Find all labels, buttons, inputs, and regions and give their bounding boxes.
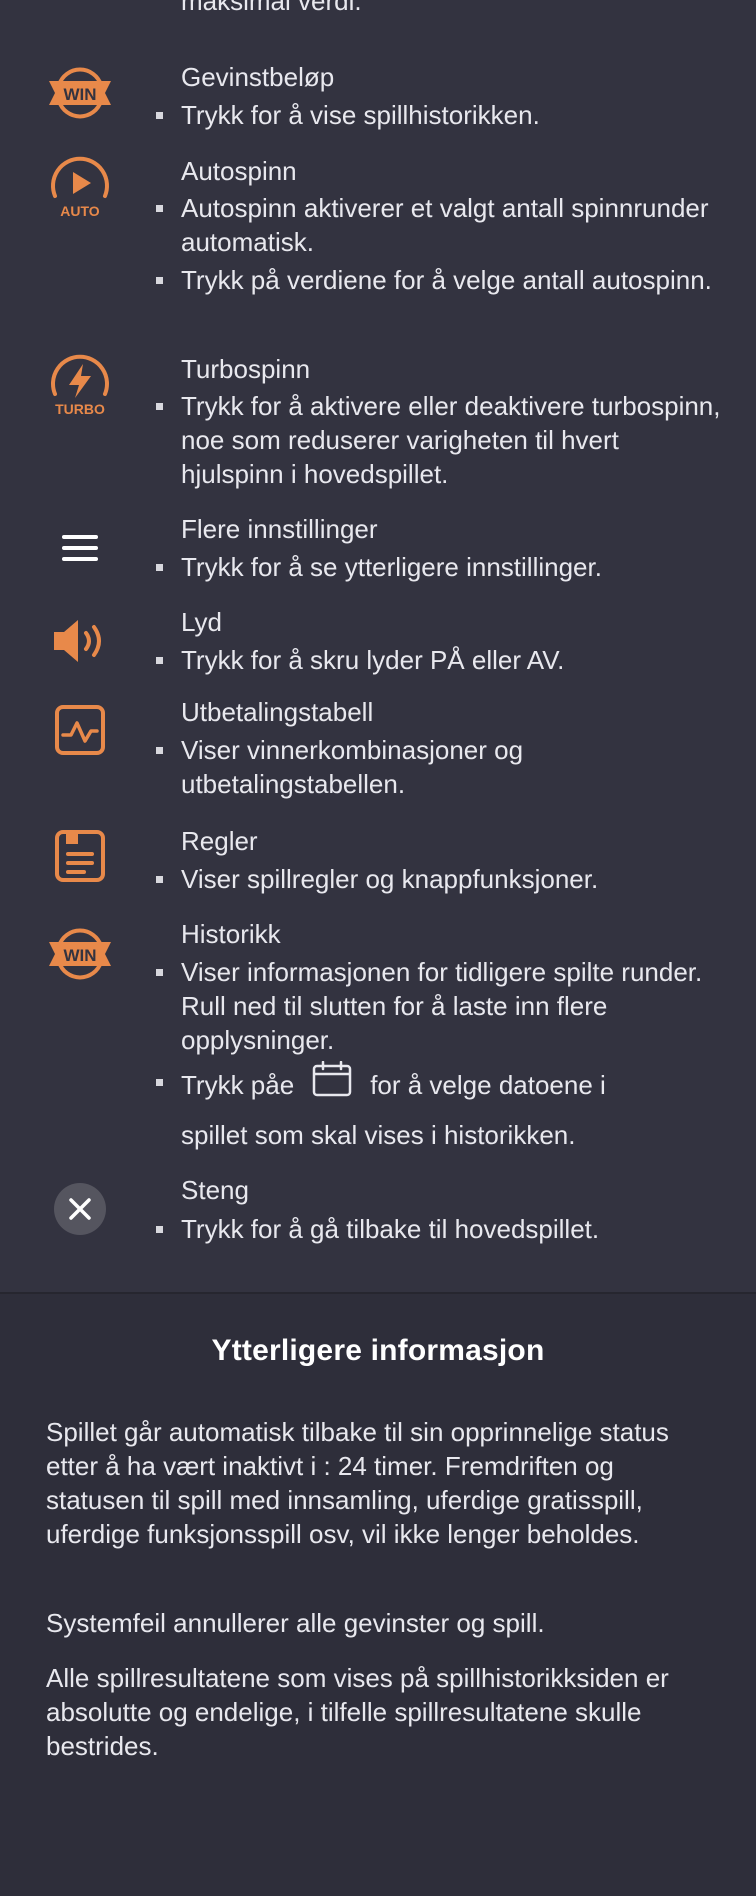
item-bullet: Trykk for å aktivere eller deaktivere tu… (156, 391, 721, 489)
item-bullet: Trykk for å skru lyder PÅ eller AV. (156, 643, 721, 677)
info-paragraph: Systemfeil annullerer alle gevinster og … (46, 1608, 545, 1638)
controls-list: maksimal verdi. WIN Gevinstbeløp Trykk f… (0, 0, 756, 1292)
svg-text:WIN: WIN (63, 946, 96, 965)
rules-icon (44, 820, 116, 892)
item-title: Steng (181, 1175, 249, 1205)
item-bullet: Viser informasjonen for tidligere spilte… (156, 955, 721, 1057)
item-title: Autospinn (181, 156, 297, 186)
item-title: Lyd (181, 607, 222, 637)
menu-icon (44, 512, 116, 584)
item-bullet-calendar: Trykk påe for å velge datoene i (156, 1060, 721, 1109)
svg-text:TURBO: TURBO (55, 401, 105, 417)
autospin-icon: AUTO (44, 153, 116, 225)
sound-icon (44, 605, 116, 677)
item-bullet: Viser spillregler og knappfunksjoner. (156, 862, 721, 896)
calendar-bullet-before: Trykk påe (181, 1069, 295, 1100)
item-bullet: Trykk for å vise spillhistorikken. (156, 98, 721, 132)
svg-text:AUTO: AUTO (60, 203, 100, 219)
item-bullet: Viser vinnerkombinasjoner og utbetalings… (156, 733, 721, 801)
item-title: Gevinstbeløp (181, 62, 335, 92)
info-paragraph: Spillet går automatisk tilbake til sin o… (46, 1417, 669, 1549)
turbo-icon: TURBO (44, 351, 116, 423)
additional-info-section: Ytterligere informasjon Spillet går auto… (0, 1294, 756, 1896)
item-title: Utbetalingstabell (181, 697, 374, 727)
calendar-bullet-after: for å velge datoene i (370, 1069, 606, 1100)
item-bullet: Autospinn aktiverer et valgt antall spin… (156, 191, 721, 259)
previous-item-text: maksimal verdi. (181, 0, 362, 16)
svg-text:WIN: WIN (63, 85, 96, 104)
info-paragraph: Alle spillresultatene som vises på spill… (46, 1663, 669, 1761)
paytable-icon (44, 694, 116, 766)
history-icon: WIN (44, 917, 116, 989)
calendar-bullet-line2: spillet som skal vises i historikken. (181, 1120, 576, 1150)
item-title: Turbospinn (181, 354, 311, 384)
item-title: Regler (181, 826, 258, 856)
item-bullet: Trykk for å gå tilbake til hovedspillet. (156, 1212, 721, 1246)
close-icon (44, 1173, 116, 1245)
section-title: Ytterligere informasjon (211, 1334, 545, 1367)
win-badge-icon: WIN (44, 56, 116, 128)
calendar-icon (312, 1060, 352, 1105)
item-title: Historikk (181, 919, 281, 949)
item-bullet: Trykk på verdiene for å velge antall aut… (156, 263, 721, 297)
item-title: Flere innstillinger (181, 514, 378, 544)
item-bullet: Trykk for å se ytterligere innstillinger… (156, 550, 721, 584)
